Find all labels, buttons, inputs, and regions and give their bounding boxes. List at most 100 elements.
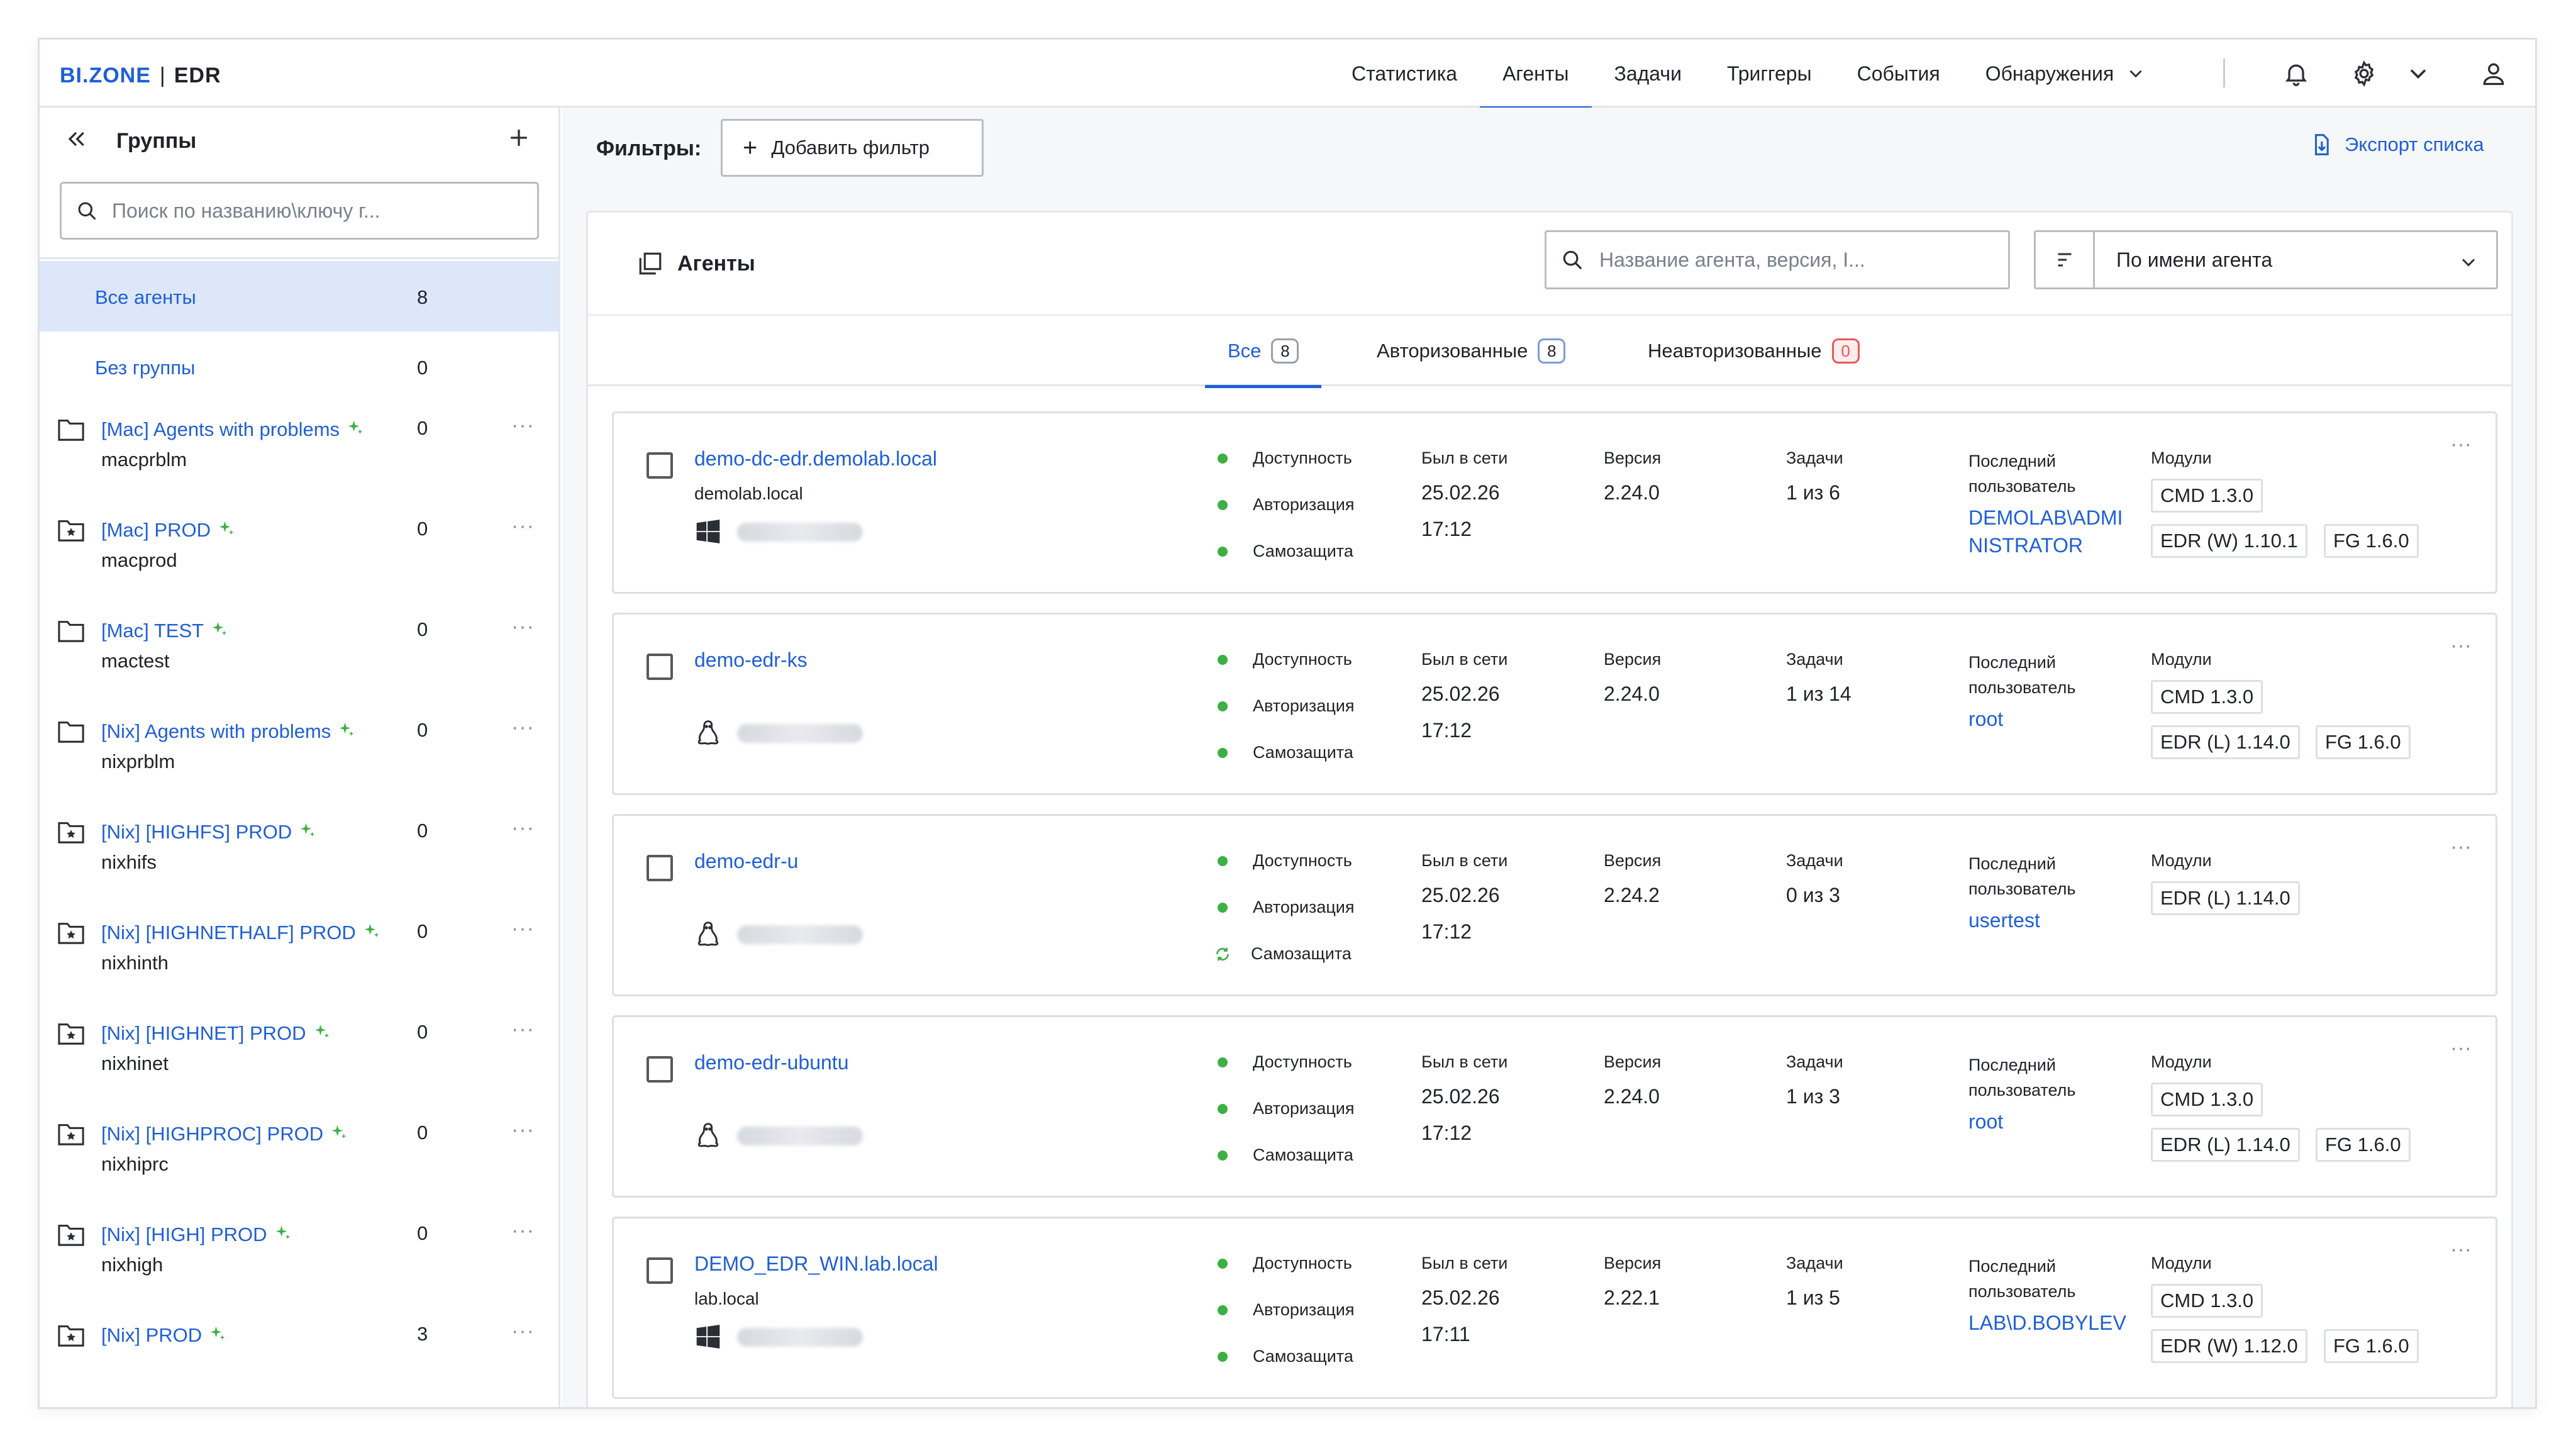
group-item[interactable]: [Nix] [HIGHPROC] PROD nixhiprc 0 ··· (40, 1106, 558, 1205)
more-icon[interactable]: ··· (511, 715, 535, 740)
group-key: nixhifs (101, 851, 157, 873)
more-icon[interactable]: ··· (511, 514, 535, 538)
agent-more-icon[interactable]: ··· (2450, 835, 2472, 859)
nav-item-3[interactable]: Триггеры (1704, 40, 1835, 108)
nav-item-1[interactable]: Агенты (1480, 40, 1592, 109)
group-name-text: [Mac] PROD (101, 519, 211, 541)
agent-name-link[interactable]: demo-edr-ubuntu (694, 1051, 848, 1074)
gear-icon[interactable] (2350, 60, 2378, 87)
nav-item-4[interactable]: События (1835, 40, 1963, 108)
group-count: 0 (417, 357, 428, 379)
group-item[interactable]: [Mac] PROD macprod 0 ··· (40, 503, 558, 601)
tasks-label: Задачи (1786, 1052, 1843, 1071)
sort-select[interactable]: По имени агента (2093, 230, 2498, 289)
group-item[interactable]: [Nix] Agents with problems nixprblm 0 ··· (40, 704, 558, 802)
group-name-text: [Nix] Agents with problems (101, 720, 331, 742)
more-icon[interactable]: ··· (511, 816, 535, 840)
more-icon[interactable]: ··· (511, 413, 535, 438)
group-name: [Nix] [HIGHNET] PROD (101, 1022, 331, 1045)
bell-icon[interactable] (2282, 60, 2310, 87)
nav-item-5[interactable]: Обнаружения (1963, 40, 2170, 108)
collapse-icon[interactable] (64, 126, 89, 152)
export-list-link[interactable]: Экспорт списка (2311, 133, 2484, 157)
user-icon[interactable] (2480, 60, 2507, 87)
group-name: [Mac] Agents with problems (101, 418, 365, 441)
status-label: Авторизация (1253, 696, 1355, 715)
status-label: Доступность (1253, 650, 1352, 669)
tab-1[interactable]: Авторизованные 8 (1354, 316, 1588, 386)
more-icon[interactable]: ··· (511, 615, 535, 639)
folder-icon (58, 721, 84, 743)
tab-0[interactable]: Все 8 (1205, 316, 1322, 388)
agent-domain: demolab.local (694, 484, 803, 503)
windows-icon (696, 520, 720, 543)
status-label: Доступность (1253, 1254, 1352, 1273)
group-name: [Mac] PROD (101, 519, 236, 542)
agent-name-link[interactable]: demo-edr-ks (694, 649, 808, 672)
agent-more-icon[interactable]: ··· (2450, 432, 2472, 457)
last-user-link[interactable]: usertest (1968, 906, 2132, 934)
agent-checkbox[interactable] (647, 654, 673, 680)
agent-checkbox[interactable] (647, 855, 673, 881)
agent-ip-redacted (737, 925, 863, 944)
last-user-link[interactable]: root (1968, 1108, 2132, 1135)
agent-version: 2.24.0 (1604, 481, 1660, 504)
group-item[interactable]: [Nix] [HIGH] PROD nixhigh 0 ··· (40, 1207, 558, 1305)
sort-order-button[interactable] (2034, 230, 2093, 289)
group-no-group[interactable]: Без группы 0 (40, 331, 558, 402)
add-filter-button[interactable]: + Добавить фильтр (721, 119, 984, 177)
agent-name-link[interactable]: demo-edr-u (694, 850, 798, 873)
agent-name-link[interactable]: DEMO_EDR_WIN.lab.local (694, 1252, 938, 1276)
agent-name-link[interactable]: demo-dc-edr.demolab.local (694, 447, 937, 471)
nav-item-label: События (1857, 62, 1940, 85)
status-availability: Доступность (1218, 650, 1352, 669)
agent-more-icon[interactable]: ··· (2450, 1036, 2472, 1061)
last-user-link[interactable]: root (1968, 705, 2132, 733)
modules-label: Модули (2151, 650, 2212, 669)
group-search-input[interactable] (112, 199, 514, 223)
status-label: Самозащита (1253, 542, 1353, 560)
logo-separator: | (159, 64, 165, 87)
agent-checkbox[interactable] (647, 452, 673, 479)
agent-checkbox[interactable] (647, 1056, 673, 1083)
group-item[interactable]: [Nix] [HIGHNETHALF] PROD nixhinth 0 ··· (40, 905, 558, 1003)
group-count: 0 (417, 820, 428, 842)
last-seen-time: 17:12 (1421, 920, 1472, 943)
sparkle-icon (275, 1225, 290, 1239)
agent-more-icon[interactable]: ··· (2450, 633, 2472, 658)
status-ok-dot (1218, 902, 1228, 913)
group-item[interactable]: [Nix] PROD 3 ··· (40, 1308, 558, 1406)
more-icon[interactable]: ··· (511, 1218, 535, 1243)
logo[interactable]: BI.ZONE | EDR (60, 64, 221, 88)
tab-2[interactable]: Неавторизованные 0 (1625, 316, 1882, 386)
module-badge: EDR (W) 1.10.1 (2151, 524, 2307, 558)
last-seen-date: 25.02.26 (1421, 682, 1500, 705)
add-group-icon[interactable] (505, 124, 533, 152)
last-user-link[interactable]: LAB\D.BOBYLEV (1968, 1309, 2132, 1337)
group-item[interactable]: [Mac] Agents with problems macprblm 0 ··· (40, 402, 558, 500)
nav-item-0[interactable]: Статистика (1329, 40, 1480, 108)
group-key: nixhiprc (101, 1153, 169, 1175)
group-item[interactable]: [Nix] [HIGHFS] PROD nixhifs 0 ··· (40, 805, 558, 903)
add-filter-label: Добавить фильтр (771, 136, 930, 159)
agent-search-input[interactable] (1599, 248, 1989, 272)
agent-checkbox[interactable] (647, 1257, 673, 1284)
more-icon[interactable]: ··· (511, 1118, 535, 1142)
settings-chevron-down-icon[interactable] (2404, 60, 2432, 87)
agent-more-icon[interactable]: ··· (2450, 1237, 2472, 1262)
sparkle-icon (300, 823, 315, 837)
more-icon[interactable]: ··· (511, 916, 535, 941)
sparkle-icon (219, 521, 234, 535)
status-ok-dot (1218, 546, 1228, 557)
tab-count-badge: 8 (1538, 338, 1566, 364)
group-item[interactable]: [Nix] [HIGHNET] PROD nixhinet 0 ··· (40, 1006, 558, 1104)
user-chevron-down-icon[interactable] (2530, 60, 2537, 87)
last-user-link[interactable]: DEMOLAB\ADMINISTRATOR (1968, 504, 2132, 559)
status-ok-dot (1218, 453, 1228, 464)
group-item[interactable]: [Mac] TEST mactest 0 ··· (40, 603, 558, 701)
modules-label: Модули (2151, 448, 2212, 467)
more-icon[interactable]: ··· (511, 1017, 535, 1042)
nav-item-2[interactable]: Задачи (1592, 40, 1704, 108)
more-icon[interactable]: ··· (511, 1319, 535, 1344)
group-all-agents[interactable]: Все агенты 8 (40, 261, 558, 331)
